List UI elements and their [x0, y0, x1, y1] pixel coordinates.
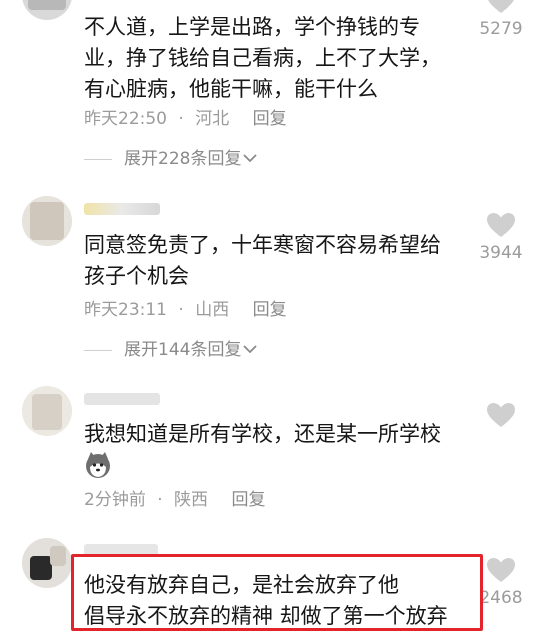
- comment-text: 我想知道是所有学校，还是某一所学校: [84, 422, 441, 446]
- comment-meta: 昨天22:50 · 河北 回复: [84, 108, 287, 130]
- reply-button[interactable]: 回复: [253, 109, 287, 129]
- username-blurred: [84, 203, 160, 215]
- avatar[interactable]: [22, 196, 72, 246]
- meta-separator: ·: [157, 490, 163, 510]
- expand-replies-button[interactable]: 展开144条回复: [84, 339, 258, 361]
- highlight-box: [71, 554, 483, 631]
- reply-button[interactable]: 回复: [253, 300, 287, 320]
- comment-time: 昨天23:11: [84, 300, 167, 320]
- like-count: 2468: [479, 588, 523, 608]
- chevron-down-icon: [243, 148, 258, 170]
- comment-meta: 2分钟前 · 陕西 回复: [84, 489, 265, 511]
- comment-text: 不人道，上学是出路，学个挣钱的专 业，挣了钱给自己看病，上不了大学， 有心脏病，…: [84, 15, 441, 101]
- avatar[interactable]: [22, 538, 72, 588]
- comment-time: 昨天22:50: [84, 109, 167, 129]
- divider-line: [84, 158, 112, 160]
- like-count: 3944: [479, 243, 523, 263]
- like-button[interactable]: 5279: [477, 0, 525, 40]
- avatar-blur: [30, 556, 52, 580]
- heart-icon: [477, 0, 525, 14]
- divider-line: [84, 349, 112, 351]
- reply-button[interactable]: 回复: [231, 490, 265, 510]
- avatar-blur: [50, 546, 66, 566]
- comment-meta: 昨天23:11 · 山西 回复: [84, 299, 287, 321]
- avatar[interactable]: [22, 386, 72, 436]
- username-blurred: [84, 393, 160, 405]
- avatar-blur: [30, 202, 64, 240]
- like-button[interactable]: 3944: [477, 212, 525, 264]
- comment-location: 陕西: [174, 490, 209, 510]
- heart-icon: [477, 402, 525, 428]
- avatar-blur: [32, 394, 62, 430]
- comment-location: 山西: [195, 300, 230, 320]
- husky-emoji: [84, 451, 112, 479]
- like-count: 5279: [479, 19, 523, 39]
- comment-location: 河北: [195, 109, 230, 129]
- like-button[interactable]: 2468: [477, 557, 525, 609]
- comment-time: 2分钟前: [84, 490, 146, 510]
- expand-replies-button[interactable]: 展开228条回复: [84, 148, 258, 170]
- meta-separator: ·: [178, 109, 184, 129]
- expand-replies-label: 展开228条回复: [124, 149, 242, 169]
- meta-separator: ·: [178, 300, 184, 320]
- heart-icon: [477, 557, 525, 583]
- like-button[interactable]: [477, 402, 525, 428]
- avatar-blur: [28, 0, 66, 10]
- expand-replies-label: 展开144条回复: [124, 340, 242, 360]
- comment-text: 同意签免责了，十年寒窗不容易希望给 孩子个机会: [84, 233, 441, 288]
- avatar[interactable]: [22, 0, 72, 20]
- chevron-down-icon: [243, 339, 258, 361]
- heart-icon: [477, 212, 525, 238]
